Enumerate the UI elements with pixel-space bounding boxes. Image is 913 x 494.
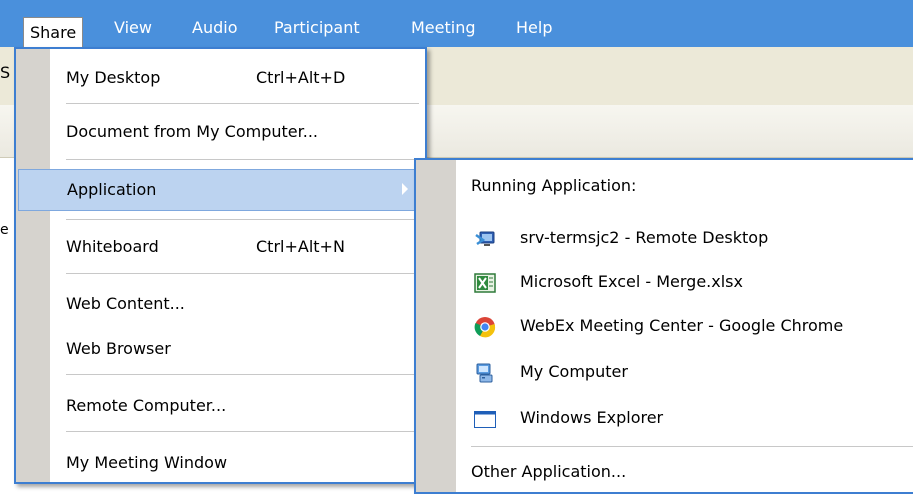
- menu-item-my-meeting-window[interactable]: My Meeting Window: [52, 443, 423, 483]
- menu-audio[interactable]: Audio: [186, 11, 243, 45]
- menu-item-web-browser[interactable]: Web Browser: [52, 329, 423, 369]
- background-edge-text: e: [0, 222, 9, 238]
- menu-item-label: Application: [67, 180, 157, 199]
- menu-item-label: Document from My Computer...: [66, 122, 318, 141]
- menu-item-my-desktop[interactable]: My Desktop Ctrl+Alt+D: [52, 58, 423, 98]
- menu-share[interactable]: Share: [23, 17, 84, 47]
- menu-help[interactable]: Help: [510, 11, 558, 45]
- menu-item-application[interactable]: Application: [18, 169, 423, 211]
- menu-item-web-content[interactable]: Web Content...: [52, 284, 423, 324]
- chrome-icon: [474, 317, 496, 338]
- my-computer-icon: [476, 363, 493, 383]
- excel-icon: [474, 273, 496, 293]
- menu-item-remote-computer[interactable]: Remote Computer...: [52, 386, 423, 426]
- background-edge-text: S: [0, 63, 11, 82]
- menu-share-label: Share: [30, 23, 77, 42]
- menu-item-label: My Desktop: [66, 68, 161, 87]
- menu-item-label: My Meeting Window: [66, 453, 228, 472]
- menu-item-document-from-my-computer[interactable]: Document from My Computer...: [52, 112, 423, 152]
- menu-item-label: Web Browser: [66, 339, 171, 358]
- menu-meeting[interactable]: Meeting: [405, 11, 482, 45]
- submenu-item-other-application[interactable]: Other Application...: [471, 462, 626, 481]
- submenu-item-remote-desktop[interactable]: srv-termsjc2 - Remote Desktop: [458, 218, 913, 258]
- menu-view-label: View: [114, 18, 152, 37]
- menu-meeting-label: Meeting: [411, 18, 476, 37]
- share-menu: My Desktop Ctrl+Alt+D Document from My C…: [14, 47, 427, 484]
- menu-audio-label: Audio: [192, 18, 238, 37]
- submenu-item-windows-explorer[interactable]: Windows Explorer: [458, 398, 913, 438]
- submenu-item-my-computer[interactable]: My Computer: [458, 352, 913, 392]
- menu-item-shortcut: Ctrl+Alt+D: [256, 68, 346, 87]
- remote-desktop-icon: [475, 231, 495, 246]
- menu-item-shortcut: Ctrl+Alt+N: [256, 237, 345, 256]
- submenu-separator: [471, 446, 913, 447]
- submenu-arrow-icon: [402, 183, 408, 195]
- menu-item-label: Web Content...: [66, 294, 185, 313]
- submenu-item-label: WebEx Meeting Center - Google Chrome: [520, 316, 844, 335]
- menu-view[interactable]: View: [108, 11, 158, 45]
- running-application-header: Running Application:: [471, 176, 637, 195]
- menu-item-label: Remote Computer...: [66, 396, 227, 415]
- menu-participant-label: Participant: [274, 18, 360, 37]
- submenu-icon-gutter: [416, 160, 456, 492]
- submenu-item-label: Windows Explorer: [520, 408, 664, 427]
- application-submenu: Running Application: srv-termsjc2 - Remo…: [414, 158, 913, 494]
- menu-separator: [66, 273, 419, 274]
- menu-bar: Share View Audio Participant Meeting Hel…: [0, 0, 913, 47]
- menu-separator: [66, 374, 419, 375]
- menu-separator: [66, 103, 419, 104]
- submenu-item-chrome[interactable]: WebEx Meeting Center - Google Chrome: [458, 306, 913, 346]
- menu-separator: [66, 219, 419, 220]
- submenu-item-label: srv-termsjc2 - Remote Desktop: [520, 228, 769, 247]
- submenu-item-excel[interactable]: Microsoft Excel - Merge.xlsx: [458, 262, 913, 302]
- menu-separator: [66, 159, 419, 160]
- menu-participant[interactable]: Participant: [268, 11, 366, 45]
- menu-item-label: Whiteboard: [66, 237, 159, 256]
- menu-separator: [66, 431, 419, 432]
- menu-help-label: Help: [516, 18, 553, 37]
- submenu-item-label: Microsoft Excel - Merge.xlsx: [520, 272, 743, 291]
- menu-item-whiteboard[interactable]: Whiteboard Ctrl+Alt+N: [52, 227, 423, 267]
- submenu-item-label: My Computer: [520, 362, 628, 381]
- menu-icon-gutter: [16, 49, 50, 482]
- window-icon: [474, 411, 496, 428]
